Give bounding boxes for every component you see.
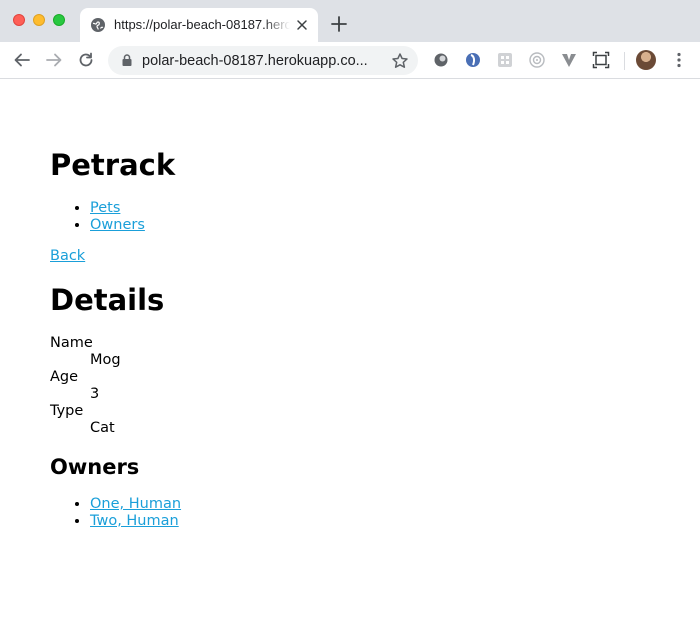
- owners-list: One, Human Two, Human: [90, 496, 181, 530]
- detail-value-age: 3: [90, 386, 100, 402]
- profile-avatar[interactable]: [636, 50, 656, 70]
- detail-value-name: Mog: [90, 352, 121, 368]
- owners-link[interactable]: Owners: [90, 217, 145, 233]
- forward-arrow-icon[interactable]: [45, 51, 63, 69]
- list-item: One, Human: [90, 496, 181, 513]
- extension-v-icon[interactable]: [560, 51, 578, 69]
- browser-toolbar: polar-beach-08187.herokuapp.co...: [0, 42, 700, 79]
- tab-title: https://polar-beach-08187.herokuapp.com: [114, 17, 290, 32]
- site-title: Petrack: [50, 148, 176, 182]
- detail-term-name: Name: [50, 335, 93, 351]
- back-link[interactable]: Back: [50, 248, 85, 265]
- details-heading: Details: [50, 283, 165, 317]
- back-arrow-icon[interactable]: [13, 51, 31, 69]
- extension-screenshot-icon[interactable]: [592, 51, 610, 69]
- plus-icon[interactable]: [330, 15, 348, 33]
- star-icon[interactable]: [391, 52, 409, 70]
- browser-tab[interactable]: https://polar-beach-08187.herokuapp.com: [80, 8, 318, 42]
- close-window-button[interactable]: [13, 14, 25, 26]
- nav-item-owners: Owners: [90, 217, 145, 234]
- toolbar-divider: [624, 52, 625, 70]
- lock-icon[interactable]: [120, 53, 134, 67]
- list-item: Two, Human: [90, 513, 181, 530]
- extension-target-icon[interactable]: [528, 51, 546, 69]
- close-icon[interactable]: [294, 17, 310, 33]
- detail-term-type: Type: [50, 403, 84, 419]
- extension-grid-icon[interactable]: [496, 51, 514, 69]
- maximize-window-button[interactable]: [53, 14, 65, 26]
- minimize-window-button[interactable]: [33, 14, 45, 26]
- owners-heading: Owners: [50, 455, 140, 479]
- reload-icon[interactable]: [77, 51, 95, 69]
- main-nav: Pets Owners: [90, 200, 145, 234]
- owner-link[interactable]: One, Human: [90, 496, 181, 512]
- owner-link[interactable]: Two, Human: [90, 513, 179, 529]
- detail-value-type: Cat: [90, 420, 115, 436]
- kebab-menu-icon[interactable]: [670, 51, 688, 69]
- page-content: Petrack Pets Owners Back Details Name Mo…: [0, 79, 700, 637]
- address-bar[interactable]: polar-beach-08187.herokuapp.co...: [108, 46, 418, 75]
- extension-circle-icon[interactable]: [432, 51, 450, 69]
- nav-item-pets: Pets: [90, 200, 145, 217]
- globe-icon: [91, 18, 105, 32]
- detail-term-age: Age: [50, 369, 79, 385]
- pets-link[interactable]: Pets: [90, 200, 120, 216]
- tab-bar: https://polar-beach-08187.herokuapp.com: [0, 0, 700, 42]
- pet-details: Name Mog Age 3 Type Cat: [50, 335, 121, 437]
- url-text[interactable]: polar-beach-08187.herokuapp.co...: [142, 51, 382, 71]
- extension-blue-icon[interactable]: [464, 51, 482, 69]
